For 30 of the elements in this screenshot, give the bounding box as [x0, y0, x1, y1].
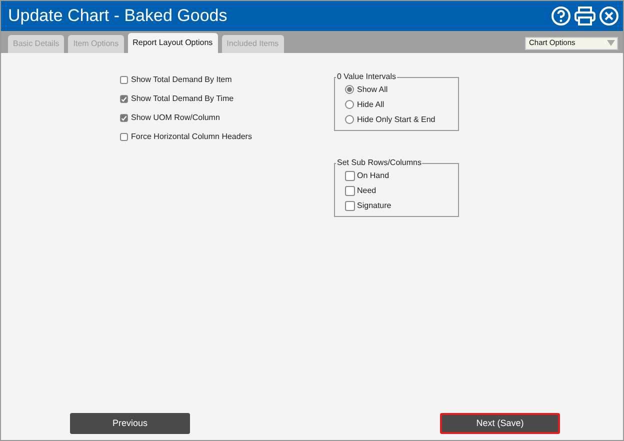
radio-button[interactable]	[345, 115, 354, 124]
checkbox[interactable]	[345, 200, 355, 210]
choice-label: Signature	[357, 200, 392, 212]
close-icon[interactable]	[599, 6, 619, 26]
choice-label: Show All	[357, 84, 388, 96]
print-icon[interactable]	[574, 6, 596, 26]
choice-label: Hide All	[357, 98, 384, 110]
checkbox[interactable]	[120, 114, 128, 122]
option-label: Show Total Demand By Item	[131, 74, 232, 86]
checkbox[interactable]	[120, 95, 128, 103]
choice-label: Hide Only Start & End	[357, 114, 436, 126]
nav-button[interactable]: Next (Save)	[440, 413, 560, 434]
checkbox[interactable]	[345, 170, 355, 180]
checkbox[interactable]	[120, 76, 128, 84]
radio-button[interactable]	[345, 100, 354, 109]
window-title: Update Chart - Baked Goods	[8, 5, 228, 28]
checkbox[interactable]	[120, 133, 128, 141]
checkbox[interactable]	[345, 186, 355, 196]
group-title: 0 Value Intervals	[336, 71, 397, 83]
option-label: Show UOM Row/Column	[131, 112, 220, 124]
group-title: Set Sub Rows/Columns	[336, 157, 422, 169]
help-icon[interactable]	[551, 6, 571, 26]
nav-button[interactable]: Previous	[70, 413, 190, 434]
tab[interactable]: Report Layout Options	[128, 33, 218, 53]
option-label: Show Total Demand By Time	[131, 93, 234, 105]
choice-label: Need	[357, 184, 376, 196]
radio-button[interactable]	[345, 85, 354, 94]
dropdown-caret-icon	[607, 40, 615, 46]
option-label: Force Horizontal Column Headers	[131, 131, 252, 143]
choice-label: On Hand	[357, 170, 390, 182]
